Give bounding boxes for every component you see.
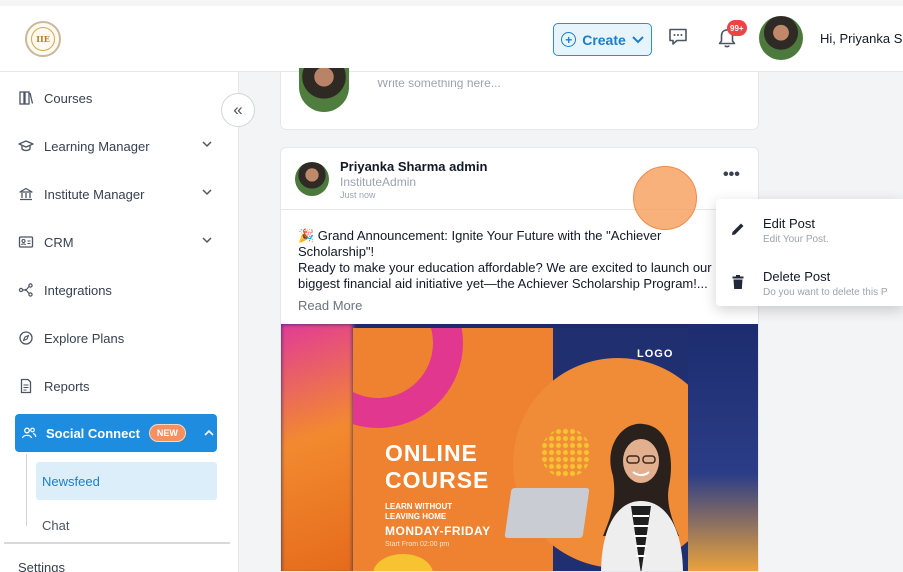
banner-pink-arc (353, 328, 463, 428)
new-badge: NEW (148, 424, 186, 442)
post-author-avatar[interactable] (295, 162, 329, 196)
sidebar-item-social-connect[interactable]: Social Connect NEW (15, 414, 217, 452)
chevron-down-icon (632, 35, 644, 43)
sidebar-item-institute-manager[interactable]: Institute Manager (18, 176, 216, 212)
post-body-line: 🎉 Grand Announcement: Ignite Your Future… (298, 228, 662, 259)
sidebar-divider (4, 542, 230, 544)
composer-input[interactable]: Write something here... (377, 80, 501, 89)
sidebar-item-reports[interactable]: Reports (18, 368, 216, 404)
touch-indicator (633, 166, 697, 230)
banner-subtitle: LEARN WITHOUT LEAVING HOME (385, 502, 452, 522)
sidebar-item-crm[interactable]: CRM (18, 224, 216, 260)
delete-post-menu-item[interactable]: Delete Post Do you want to delete this P (716, 256, 903, 306)
building-icon (19, 187, 33, 201)
sidebar-item-partial[interactable]: Settings (18, 560, 78, 572)
sidebar-item-label: Integrations (44, 282, 112, 298)
sidebar-item-label: Social Connect (46, 425, 140, 441)
post-image[interactable]: LOGO ONLINE COURSE LEARN WITHOUT LEAVING… (281, 324, 758, 571)
id-card-icon (18, 236, 34, 248)
top-header: IIE + Create 99+ Hi, Priyanka Sh (0, 0, 903, 72)
create-button[interactable]: + Create (553, 23, 652, 56)
nodes-icon (18, 283, 33, 297)
banner-title-line: COURSE (385, 467, 490, 493)
banner-laptop (504, 488, 590, 538)
header-strip (0, 0, 903, 6)
composer-avatar (299, 68, 349, 112)
submenu-tree-line (26, 454, 27, 526)
user-avatar[interactable] (759, 16, 803, 60)
sidebar-subitem-chat[interactable]: Chat (42, 518, 69, 533)
more-options-icon[interactable]: ••• (723, 167, 740, 183)
banner-subtitle-line: LEAVING HOME (385, 512, 447, 521)
double-chevron-left-icon: « (233, 100, 243, 119)
sidebar-item-integrations[interactable]: Integrations (18, 272, 216, 308)
trash-icon (732, 275, 744, 289)
book-icon (19, 91, 34, 105)
notification-badge: 99+ (727, 20, 747, 36)
banner-blur-right (688, 324, 758, 571)
banner-yellow-shape (373, 554, 433, 571)
message-icon[interactable] (668, 28, 688, 46)
sidebar-item-label: Explore Plans (44, 330, 125, 346)
sidebar-item-label: CRM (44, 234, 74, 250)
post-author-name[interactable]: Priyanka Sharma admin (340, 159, 487, 174)
plus-circle-icon: + (561, 32, 577, 47)
sidebar-subitem-label: Newsfeed (42, 473, 100, 489)
sidebar-item-label: Learning Manager (44, 138, 150, 154)
users-icon (21, 427, 37, 439)
edit-post-menu-item[interactable]: Edit Post Edit Your Post. (716, 203, 903, 253)
collapse-sidebar-button[interactable]: « (221, 93, 255, 127)
post-options-menu: Edit Post Edit Your Post. Delete Post Do… (716, 199, 903, 306)
banner-title: ONLINE COURSE (385, 440, 489, 494)
banner-title-line: ONLINE (385, 440, 478, 466)
chevron-up-icon (204, 429, 214, 436)
create-label: Create (582, 31, 626, 48)
pencil-icon (732, 223, 744, 235)
logo-mark: IIE (31, 27, 55, 51)
document-icon (20, 378, 32, 394)
post-author-role: InstituteAdmin (340, 175, 417, 189)
banner-logo-text: LOGO (637, 348, 674, 360)
compass-icon (19, 331, 33, 345)
chevron-down-icon (202, 141, 212, 148)
menu-item-subtitle: Edit Your Post. (763, 234, 829, 245)
sidebar-item-label: Reports (44, 378, 90, 394)
graduation-cap-icon (18, 140, 34, 152)
sidebar-item-label: Institute Manager (44, 186, 145, 202)
post-composer: Write something here... (280, 68, 759, 130)
post-timestamp: Just now (340, 190, 376, 200)
sidebar-subitem-newsfeed[interactable]: Newsfeed (36, 462, 217, 500)
menu-item-title: Edit Post (763, 216, 816, 231)
user-greeting[interactable]: Hi, Priyanka Sh (820, 31, 903, 46)
institute-logo[interactable]: IIE (25, 21, 61, 57)
chevron-down-icon (202, 237, 212, 244)
banner-blur-left (281, 324, 353, 571)
chevron-down-icon (202, 189, 212, 196)
sidebar-item-label: Courses (44, 90, 93, 106)
read-more-link[interactable]: Read More (298, 298, 362, 313)
post-body-line: Ready to make your education affordable?… (298, 260, 712, 291)
banner-card: LOGO ONLINE COURSE LEARN WITHOUT LEAVING… (353, 328, 688, 571)
menu-item-title: Delete Post (763, 269, 831, 284)
banner-start-time: Start From 02:00 pm (385, 541, 450, 548)
banner-days: MONDAY-FRIDAY (385, 524, 491, 538)
sidebar-item-explore-plans[interactable]: Explore Plans (18, 320, 216, 356)
banner-person-illustration (601, 423, 683, 571)
post-body: 🎉 Grand Announcement: Ignite Your Future… (298, 228, 738, 292)
sidebar-item-courses[interactable]: Courses (18, 80, 216, 116)
menu-item-subtitle: Do you want to delete this P (763, 287, 888, 298)
sidebar-item-learning-manager[interactable]: Learning Manager (18, 128, 216, 164)
banner-subtitle-line: LEARN WITHOUT (385, 502, 453, 511)
